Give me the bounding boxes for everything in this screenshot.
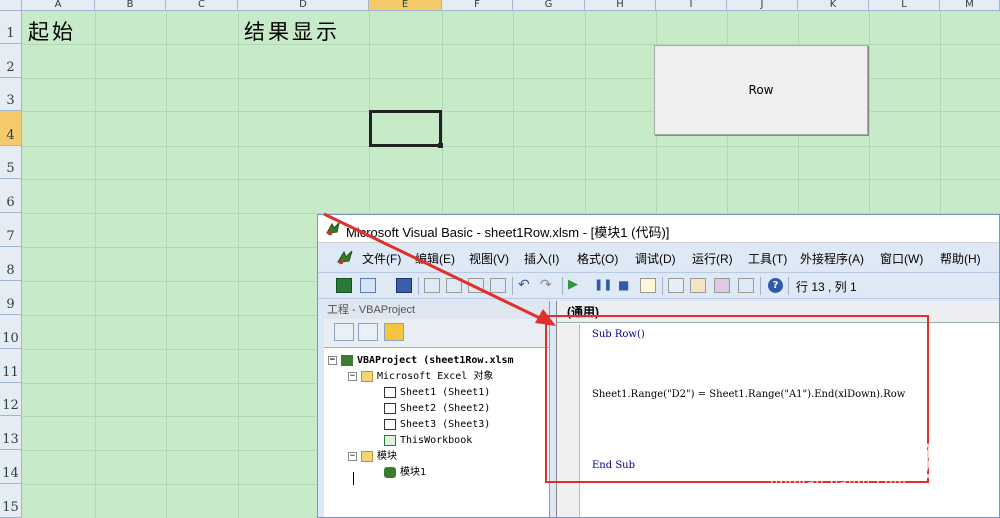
watermark-url: jingyan.baidu.com: [770, 476, 907, 491]
baidu-jingyan-watermark: Bai❀经验 jingyan.baidu.com: [770, 430, 950, 491]
